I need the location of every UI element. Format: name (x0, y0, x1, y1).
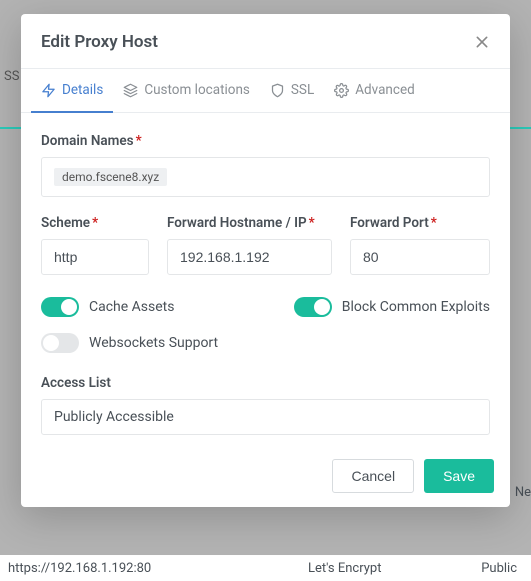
tab-details-label: Details (62, 82, 103, 98)
tab-custom-locations-label: Custom locations (144, 82, 250, 98)
access-list-label: Access List (41, 375, 490, 391)
domain-names-label-text: Domain Names (41, 133, 134, 149)
zap-icon (41, 83, 56, 98)
toggle-cache-assets[interactable] (41, 297, 79, 317)
modal-footer: Cancel Save (21, 445, 510, 507)
toggle-knob (314, 299, 330, 315)
bg-table-row: https://192.168.1.192:80 Let's Encrypt P… (0, 555, 531, 581)
forward-host-label: Forward Hostname / IP* (167, 215, 332, 231)
tab-advanced-label: Advanced (355, 82, 415, 98)
bg-hint-right: Ne (515, 485, 531, 500)
toggle-knob (43, 335, 59, 351)
tab-custom-locations[interactable]: Custom locations (113, 69, 260, 113)
required-star: * (92, 215, 98, 231)
cancel-button[interactable]: Cancel (332, 459, 414, 493)
bg-row-access: Public (463, 561, 523, 576)
bg-hint-left: SS (0, 65, 23, 88)
domain-names-label: Domain Names* (41, 133, 490, 149)
tab-ssl-label: SSL (291, 82, 314, 98)
tab-ssl[interactable]: SSL (260, 69, 324, 113)
forward-port-label-text: Forward Port (350, 215, 429, 231)
forward-host-input[interactable] (167, 239, 332, 275)
required-star: * (136, 133, 142, 149)
gear-icon (334, 83, 349, 98)
modal-body: Domain Names* demo.fscene8.xyz Scheme* F… (21, 113, 510, 445)
domain-tag[interactable]: demo.fscene8.xyz (54, 168, 167, 186)
toggle-block-exploits-group: Block Common Exploits (294, 297, 490, 317)
bg-row-cert: Let's Encrypt (308, 561, 463, 576)
modal-tabs: Details Custom locations SSL Advanced (21, 68, 510, 113)
toggle-websockets[interactable] (41, 333, 79, 353)
toggle-websockets-group: Websockets Support (41, 333, 218, 353)
modal-title: Edit Proxy Host (41, 32, 158, 52)
bg-row-host: https://192.168.1.192:80 (8, 561, 308, 576)
scheme-select[interactable] (41, 239, 149, 275)
toggle-websockets-label: Websockets Support (89, 335, 218, 351)
toggle-cache-assets-group: Cache Assets (41, 297, 174, 317)
scheme-label: Scheme* (41, 215, 149, 231)
close-icon[interactable] (474, 34, 490, 50)
layers-icon (123, 83, 138, 98)
domain-names-input[interactable]: demo.fscene8.xyz (41, 157, 490, 197)
edit-proxy-host-modal: Edit Proxy Host Details Custom locations… (21, 14, 510, 507)
tab-advanced[interactable]: Advanced (324, 69, 425, 113)
access-list-select[interactable]: Publicly Accessible (41, 399, 490, 435)
required-star: * (309, 215, 315, 231)
toggle-block-exploits-label: Block Common Exploits (342, 299, 490, 315)
required-star: * (431, 215, 437, 231)
scheme-label-text: Scheme (41, 215, 90, 231)
forward-host-label-text: Forward Hostname / IP (167, 215, 307, 231)
modal-header: Edit Proxy Host (21, 14, 510, 68)
shield-icon (270, 83, 285, 98)
toggle-cache-assets-label: Cache Assets (89, 299, 174, 315)
tab-details[interactable]: Details (31, 69, 113, 113)
toggle-block-exploits[interactable] (294, 297, 332, 317)
save-button[interactable]: Save (424, 459, 494, 493)
forward-port-label: Forward Port* (350, 215, 490, 231)
toggle-knob (61, 299, 77, 315)
forward-port-input[interactable] (350, 239, 490, 275)
